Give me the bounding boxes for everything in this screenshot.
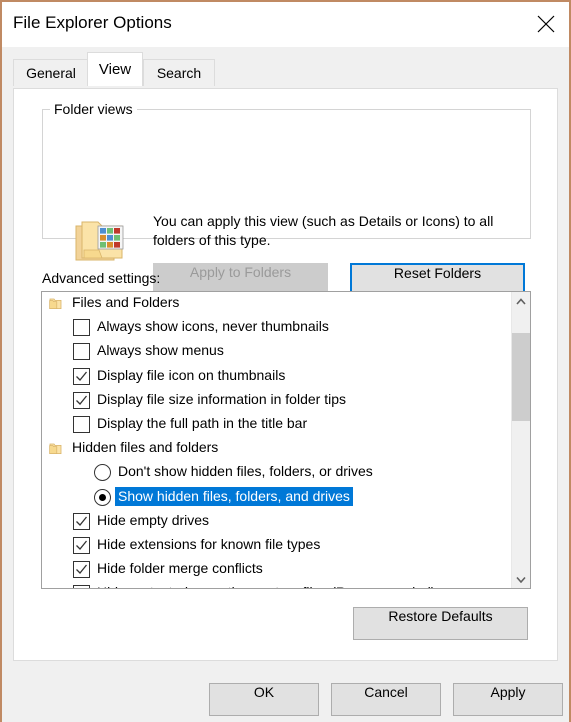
- settings-item-label: Always show menus: [97, 342, 224, 358]
- settings-item-label: Hide empty drives: [97, 512, 209, 528]
- folder-views-label: Folder views: [50, 101, 137, 117]
- checkbox-checked[interactable]: [73, 368, 90, 385]
- settings-item-label: Files and Folders: [72, 294, 179, 310]
- restore-defaults-button[interactable]: Restore Defaults: [353, 607, 528, 640]
- tab-search[interactable]: Search: [143, 59, 215, 86]
- tab-general[interactable]: General: [13, 59, 89, 86]
- settings-item-label: Show hidden files, folders, and drives: [115, 487, 353, 506]
- folder-views-description: You can apply this view (such as Details…: [153, 212, 509, 250]
- checkbox-unchecked[interactable]: [73, 343, 90, 360]
- checkmark-icon: [75, 370, 88, 383]
- folder-icon: [49, 297, 62, 310]
- settings-item-label: Don't show hidden files, folders, or dri…: [118, 463, 373, 479]
- tab-view[interactable]: View: [87, 52, 143, 86]
- settings-radio-row[interactable]: Show hidden files, folders, and drives: [42, 486, 512, 510]
- chevron-up-icon: [516, 298, 526, 305]
- cancel-button[interactable]: Cancel: [331, 683, 441, 716]
- file-explorer-options-dialog: File Explorer Options General View Searc…: [0, 0, 571, 722]
- settings-item-label: Display the full path in the title bar: [97, 415, 307, 431]
- radio-selected[interactable]: [94, 489, 111, 506]
- settings-item-label: Display file size information in folder …: [97, 391, 346, 407]
- title-bar: File Explorer Options: [2, 2, 569, 47]
- settings-item-label: Hidden files and folders: [72, 439, 218, 455]
- settings-item-label: Hide protected operating system files (R…: [97, 584, 436, 589]
- view-tab-panel: Folder views You can apply this view (su…: [13, 88, 558, 661]
- ok-button[interactable]: OK: [209, 683, 319, 716]
- settings-checkbox-row[interactable]: Display file size information in folder …: [42, 389, 512, 413]
- settings-radio-row[interactable]: Don't show hidden files, folders, or dri…: [42, 461, 512, 485]
- checkbox-unchecked[interactable]: [73, 416, 90, 433]
- settings-checkbox-row[interactable]: Hide extensions for known file types: [42, 534, 512, 558]
- checkmark-icon: [75, 515, 88, 528]
- radio-unselected[interactable]: [94, 464, 111, 481]
- settings-item-label: Hide extensions for known file types: [97, 536, 320, 552]
- checkbox-checked[interactable]: [73, 537, 90, 554]
- settings-category-row[interactable]: Hidden files and folders: [42, 437, 512, 461]
- settings-category-row[interactable]: Files and Folders: [42, 292, 512, 316]
- scrollbar-down-button[interactable]: [512, 570, 530, 588]
- scrollbar-up-button[interactable]: [512, 292, 530, 310]
- folder-thumbnails-icon: [74, 218, 128, 266]
- checkmark-icon: [75, 563, 88, 576]
- settings-checkbox-row[interactable]: Hide folder merge conflicts: [42, 558, 512, 582]
- advanced-settings-listbox[interactable]: Files and Folders Always show icons, neve…: [41, 291, 531, 589]
- checkmark-icon: [75, 587, 88, 589]
- settings-checkbox-row[interactable]: Display the full path in the title bar: [42, 413, 512, 437]
- chevron-down-icon: [516, 576, 526, 583]
- advanced-settings-scrollbar[interactable]: [511, 292, 530, 588]
- close-icon: [537, 15, 555, 33]
- checkbox-checked[interactable]: [73, 585, 90, 589]
- settings-item-label: Hide folder merge conflicts: [97, 560, 263, 576]
- checkbox-checked[interactable]: [73, 561, 90, 578]
- close-button[interactable]: [523, 2, 569, 46]
- folder-icon: [49, 442, 62, 455]
- radio-dot: [99, 494, 106, 501]
- checkbox-checked[interactable]: [73, 513, 90, 530]
- settings-item-label: Always show icons, never thumbnails: [97, 318, 329, 334]
- scrollbar-thumb[interactable]: [512, 333, 530, 421]
- advanced-settings-label: Advanced settings:: [42, 270, 160, 286]
- checkmark-icon: [75, 394, 88, 407]
- settings-checkbox-row[interactable]: Hide empty drives: [42, 510, 512, 534]
- settings-checkbox-row[interactable]: Hide protected operating system files (R…: [42, 582, 512, 589]
- checkbox-unchecked[interactable]: [73, 319, 90, 336]
- window-title: File Explorer Options: [13, 13, 172, 33]
- settings-checkbox-row[interactable]: Always show icons, never thumbnails: [42, 316, 512, 340]
- checkbox-checked[interactable]: [73, 392, 90, 409]
- dialog-footer: OK Cancel Apply: [2, 661, 569, 722]
- checkmark-icon: [75, 539, 88, 552]
- settings-checkbox-row[interactable]: Always show menus: [42, 340, 512, 364]
- tab-strip: General View Search: [2, 47, 569, 89]
- settings-checkbox-row[interactable]: Display file icon on thumbnails: [42, 365, 512, 389]
- advanced-settings-list: Files and Folders Always show icons, neve…: [42, 292, 512, 588]
- settings-item-label: Display file icon on thumbnails: [97, 367, 285, 383]
- apply-button[interactable]: Apply: [453, 683, 563, 716]
